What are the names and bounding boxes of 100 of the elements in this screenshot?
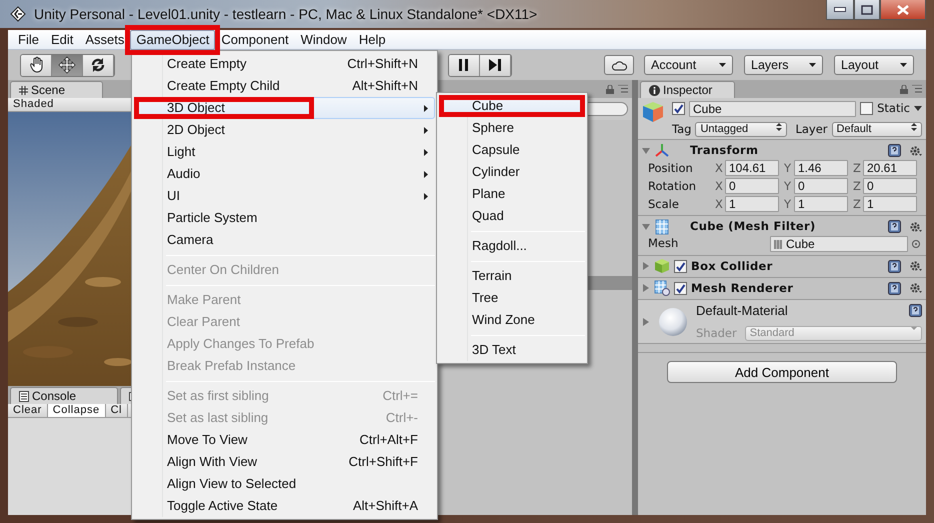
rotate-tool-button[interactable] [83,54,114,76]
pause-button[interactable] [449,54,480,76]
dropdown-button[interactable]: Layers [744,55,823,75]
number-field[interactable]: 0 [863,178,917,194]
number-field[interactable]: 0 [794,178,848,194]
static-checkbox[interactable] [860,102,874,116]
active-checkbox[interactable] [672,102,685,116]
menu-item[interactable]: Capsule [439,139,585,161]
menu-item[interactable]: Wind Zone [439,309,585,331]
hand-tool-button[interactable] [21,54,52,76]
menu-item[interactable]: Align View to Selected [134,473,435,495]
submenu-arrow-icon [424,193,428,200]
add-component-button[interactable]: Add Component [667,361,897,383]
maximize-button[interactable] [854,0,880,20]
expanded-arrow-icon[interactable] [642,146,650,155]
dropdown-button[interactable]: Layout [834,55,914,75]
menu-item[interactable]: Component [215,30,295,50]
caret-icon[interactable] [914,106,922,112]
menu-item[interactable]: Create Empty Ctrl+Shift+N [134,53,435,75]
menu-item[interactable]: 2D Object [134,119,435,141]
menu-item[interactable]: 3D Text [439,339,585,361]
object-field[interactable]: Cube [770,236,908,252]
menu-icon[interactable] [618,85,628,93]
menu-item[interactable]: 3D Object [134,97,435,119]
submenu-arrow-icon [424,171,428,178]
name-field[interactable]: Cube [689,100,856,117]
shading-dropdown[interactable]: Shaded [8,98,59,111]
gear-icon[interactable] [909,144,922,157]
help-icon[interactable] [888,144,901,158]
number-field[interactable]: 1 [863,196,917,212]
layer-dropdown[interactable]: Default [832,122,922,138]
collapsed-arrow-icon[interactable] [642,318,650,326]
gear-icon[interactable] [909,282,922,294]
menu-item[interactable]: Terrain [439,265,585,287]
menu-item[interactable]: Sphere [439,117,585,139]
menu-item[interactable]: Cylinder [439,161,585,183]
lock-icon[interactable] [606,84,614,94]
number-field[interactable]: 104.61 [725,160,779,176]
close-button[interactable] [880,0,926,20]
menu-item[interactable]: GameObject [130,30,216,50]
cube-icon [642,100,664,124]
menu-item[interactable]: Plane [439,183,585,205]
component-title[interactable]: Mesh Renderer [691,280,794,297]
menu-item[interactable]: Ragdoll... [439,235,585,257]
menu-item[interactable]: File [12,30,45,50]
help-icon[interactable] [888,282,901,295]
component-title[interactable]: Transform [690,142,758,160]
menu-item[interactable]: Assets [79,30,130,50]
menu-item[interactable]: Audio [134,163,435,185]
collapsed-arrow-icon[interactable] [642,262,650,270]
cloud-icon [611,59,627,71]
menu-item[interactable]: Window [294,30,353,50]
menu-item[interactable]: Tree [439,287,585,309]
help-icon[interactable] [888,260,901,273]
enabled-checkbox[interactable] [674,282,687,295]
inspector-tab[interactable]: Inspector [640,81,735,98]
material-name: Default-Material [696,302,788,320]
number-field[interactable]: 1 [725,196,779,212]
console-tab[interactable]: Console [10,387,118,404]
help-icon[interactable] [888,220,901,234]
menu-item[interactable]: Align With View Ctrl+Shift+F [134,451,435,473]
expanded-arrow-icon[interactable] [642,222,650,231]
help-icon[interactable] [909,304,922,318]
menu-item[interactable]: Help [352,30,392,50]
number-field[interactable]: 1.46 [794,160,848,176]
component-title[interactable]: Box Collider [691,258,773,275]
console-toggle[interactable]: Collapse [48,404,106,417]
collapsed-arrow-icon[interactable] [642,284,650,292]
property-label: Rotation [647,178,698,195]
axis-label: Z [853,160,862,177]
move-tool-button[interactable] [52,54,83,76]
console-icon [19,390,29,402]
minimize-button[interactable] [826,0,854,20]
scene-tab[interactable]: Scene [10,81,103,98]
menu-item[interactable]: UI [134,185,435,207]
menu-item[interactable]: Particle System [134,207,435,229]
number-field[interactable]: 0 [725,178,779,194]
console-toggle[interactable]: Cl [106,404,128,417]
menu-item[interactable]: Light [134,141,435,163]
gear-icon[interactable] [909,220,922,233]
enabled-checkbox[interactable] [674,260,687,273]
number-field[interactable]: 1 [794,196,848,212]
menu-item[interactable]: Quad [439,205,585,227]
menu-item[interactable]: Edit [44,30,80,50]
menu-item[interactable]: Toggle Active State Alt+Shift+A [134,495,435,517]
menu-item[interactable]: Camera [134,229,435,251]
dropdown-button[interactable]: Account [644,55,733,75]
layer-label: Layer [795,121,828,138]
tag-dropdown[interactable]: Untagged [695,122,788,138]
menu-icon[interactable] [912,85,922,93]
menu-item[interactable]: Move To View Ctrl+Alt+F [134,429,435,451]
gear-icon[interactable] [909,260,922,272]
cloud-button[interactable] [604,55,634,75]
menu-item[interactable]: Create Empty Child Alt+Shift+N [134,75,435,97]
component-title[interactable]: Cube (Mesh Filter) [690,218,816,236]
menu-item[interactable]: Cube [439,95,585,117]
number-field[interactable]: 20.61 [863,160,917,176]
step-button[interactable] [480,54,511,76]
mesh-icon [774,240,782,248]
lock-icon[interactable] [900,84,908,94]
